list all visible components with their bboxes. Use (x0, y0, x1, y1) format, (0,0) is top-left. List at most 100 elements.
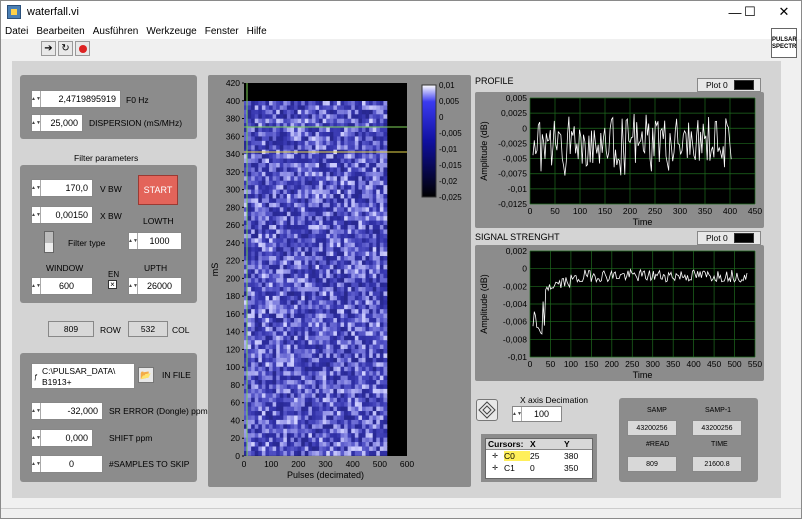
cursor-x: 0 (530, 463, 535, 473)
xtick-label: 0 (528, 206, 533, 216)
menu-bar: Datei Bearbeiten Ausführen Werkzeuge Fen… (1, 23, 801, 39)
dispersion-value[interactable]: 25,000 (41, 118, 82, 128)
sr-error-control[interactable]: ▲▼ -32,000 (31, 402, 103, 420)
waterfall-ytick: 180 (226, 291, 240, 301)
f0-control[interactable]: ▲▼ 2,4719895919 (31, 90, 121, 108)
ytick-label: -0,0125 (498, 199, 527, 209)
cursor-row[interactable]: ✛ C0 25 380 (486, 450, 592, 462)
path-prefix: ƒ (34, 374, 38, 381)
spin-icon[interactable]: ▲▼ (512, 407, 522, 421)
f0-value[interactable]: 2,4719895919 (41, 94, 120, 104)
spin-icon[interactable]: ▲▼ (31, 403, 41, 419)
start-button[interactable]: START (138, 175, 178, 205)
xtick-label: 300 (673, 206, 687, 216)
menu-ausfuhren[interactable]: Ausführen (93, 26, 139, 37)
vbw-value[interactable]: 170,0 (41, 183, 92, 193)
run-continuous-icon[interactable]: ↻ (58, 41, 73, 56)
spin-icon[interactable]: ▲▼ (31, 278, 41, 294)
en-label: EN (108, 270, 120, 279)
menu-hilfe[interactable]: Hilfe (247, 26, 267, 37)
ytick-label: -0,004 (503, 299, 527, 309)
shift-control[interactable]: ▲▼ 0,000 (31, 429, 93, 447)
infile-path[interactable]: ƒ C:\PULSAR_DATA\ B1913+ (31, 363, 135, 389)
window-value[interactable]: 600 (41, 281, 92, 291)
decimation-value[interactable]: 100 (522, 409, 561, 419)
decimation-label: X axis Decimation (520, 395, 589, 405)
y-axis-label: Amplitude (dB) (479, 121, 489, 181)
ytick-label: -0,005 (503, 154, 527, 164)
ytick-label: -0,01 (508, 352, 528, 362)
profile-chart[interactable]: 0,005 0,0025 0 -0,0025 -0,005 -0,0075 -0,01 -0,… (475, 92, 764, 228)
menu-datei[interactable]: Datei (5, 26, 28, 37)
spin-icon[interactable]: ▲▼ (128, 278, 138, 294)
window-control[interactable]: ▲▼ 600 (31, 277, 93, 295)
spin-icon[interactable]: ▲▼ (31, 456, 41, 472)
horizontal-scrollbar[interactable] (1, 508, 801, 518)
signal-legend[interactable]: Plot 0 (697, 231, 761, 245)
cursor-header-y: Y (564, 439, 570, 449)
run-arrow-icon[interactable]: ➔ (41, 41, 56, 56)
spin-icon[interactable]: ▲▼ (31, 430, 41, 446)
spin-icon[interactable]: ▲▼ (128, 233, 138, 249)
waterfall-ytick: 20 (231, 433, 241, 443)
maximize-button[interactable]: ☐ (734, 1, 766, 23)
cursor-crosshair-icon: ✛ (492, 453, 498, 460)
app-icon (7, 5, 21, 19)
xtick-label: 200 (605, 359, 619, 369)
shift-value[interactable]: 0,000 (41, 433, 92, 443)
signal-title: SIGNAL STRENGHT (475, 232, 560, 242)
close-button[interactable]: ✕ (768, 1, 800, 23)
skip-control[interactable]: ▲▼ 0 (31, 455, 103, 473)
xtick-label: 350 (698, 206, 712, 216)
cursor-legend[interactable]: Cursors: X Y ✛ C0 25 380 ✛ C1 0 350 (485, 438, 593, 479)
waterfall-ytick: 200 (226, 273, 240, 283)
upth-control[interactable]: ▲▼ 26000 (128, 277, 182, 295)
menu-bearbeiten[interactable]: Bearbeiten (36, 26, 84, 37)
shift-label: SHIFT ppm (109, 433, 153, 443)
waterfall-ytick: 320 (226, 167, 240, 177)
vbw-control[interactable]: ▲▼ 170,0 (31, 179, 93, 197)
dispersion-label: DISPERSION (mS/MHz) (89, 118, 183, 128)
skip-value[interactable]: 0 (41, 459, 102, 469)
spin-icon[interactable]: ▲▼ (31, 115, 41, 131)
waterfall-xtick: 300 (318, 459, 332, 469)
lowth-control[interactable]: ▲▼ 1000 (128, 232, 182, 250)
cursor-row[interactable]: ✛ C1 0 350 (486, 462, 592, 474)
ytick-label: -0,006 (503, 317, 527, 327)
xbw-control[interactable]: ▲▼ 0,00150 (31, 206, 93, 224)
lowth-value[interactable]: 1000 (138, 236, 181, 246)
spin-icon[interactable]: ▲▼ (31, 180, 41, 196)
xbw-value[interactable]: 0,00150 (41, 210, 92, 220)
filter-type-switch[interactable] (44, 231, 54, 253)
cursor-header-x: X (530, 439, 536, 449)
ytick-label: 0,005 (506, 93, 528, 103)
browse-folder-icon[interactable]: 📂 (138, 367, 154, 383)
spin-icon[interactable]: ▲▼ (31, 207, 41, 223)
xtick-label: 100 (573, 206, 587, 216)
signal-chart[interactable]: 0,0020-0,002-0,004-0,006-0,008-0,010 50 10… (475, 245, 764, 381)
waterfall-ytick: 160 (226, 309, 240, 319)
infile-label: IN FILE (162, 370, 191, 380)
profile-legend[interactable]: Plot 0 (697, 78, 761, 92)
abort-icon[interactable] (75, 41, 90, 56)
waterfall-chart[interactable]: 4204003803603403203002802602402202001801… (208, 75, 471, 487)
toolbar: ➔ ↻ (1, 39, 801, 59)
menu-fenster[interactable]: Fenster (205, 26, 239, 37)
upth-value[interactable]: 26000 (138, 281, 181, 291)
ytick-label: -0,01 (508, 184, 528, 194)
samp1-indicator: 43200256 (692, 420, 742, 436)
xtick-label: 300 (646, 359, 660, 369)
graph-palette-icon[interactable] (476, 399, 498, 421)
sr-error-value[interactable]: -32,000 (41, 406, 102, 416)
vi-icon-line2: SPECTR (772, 44, 797, 50)
dispersion-control[interactable]: ▲▼ 25,000 (31, 114, 83, 132)
f0-label: F0 Hz (126, 95, 149, 105)
en-checkbox[interactable]: × (108, 280, 117, 289)
colorbar-tick: 0,005 (439, 97, 460, 106)
spin-icon[interactable]: ▲▼ (31, 91, 41, 107)
menu-werkzeuge[interactable]: Werkzeuge (146, 26, 196, 37)
waterfall-xtick: 600 (400, 459, 414, 469)
profile-legend-label: Plot 0 (706, 80, 728, 90)
xtick-label: 250 (625, 359, 639, 369)
decimation-control[interactable]: ▲▼ 100 (512, 406, 562, 422)
